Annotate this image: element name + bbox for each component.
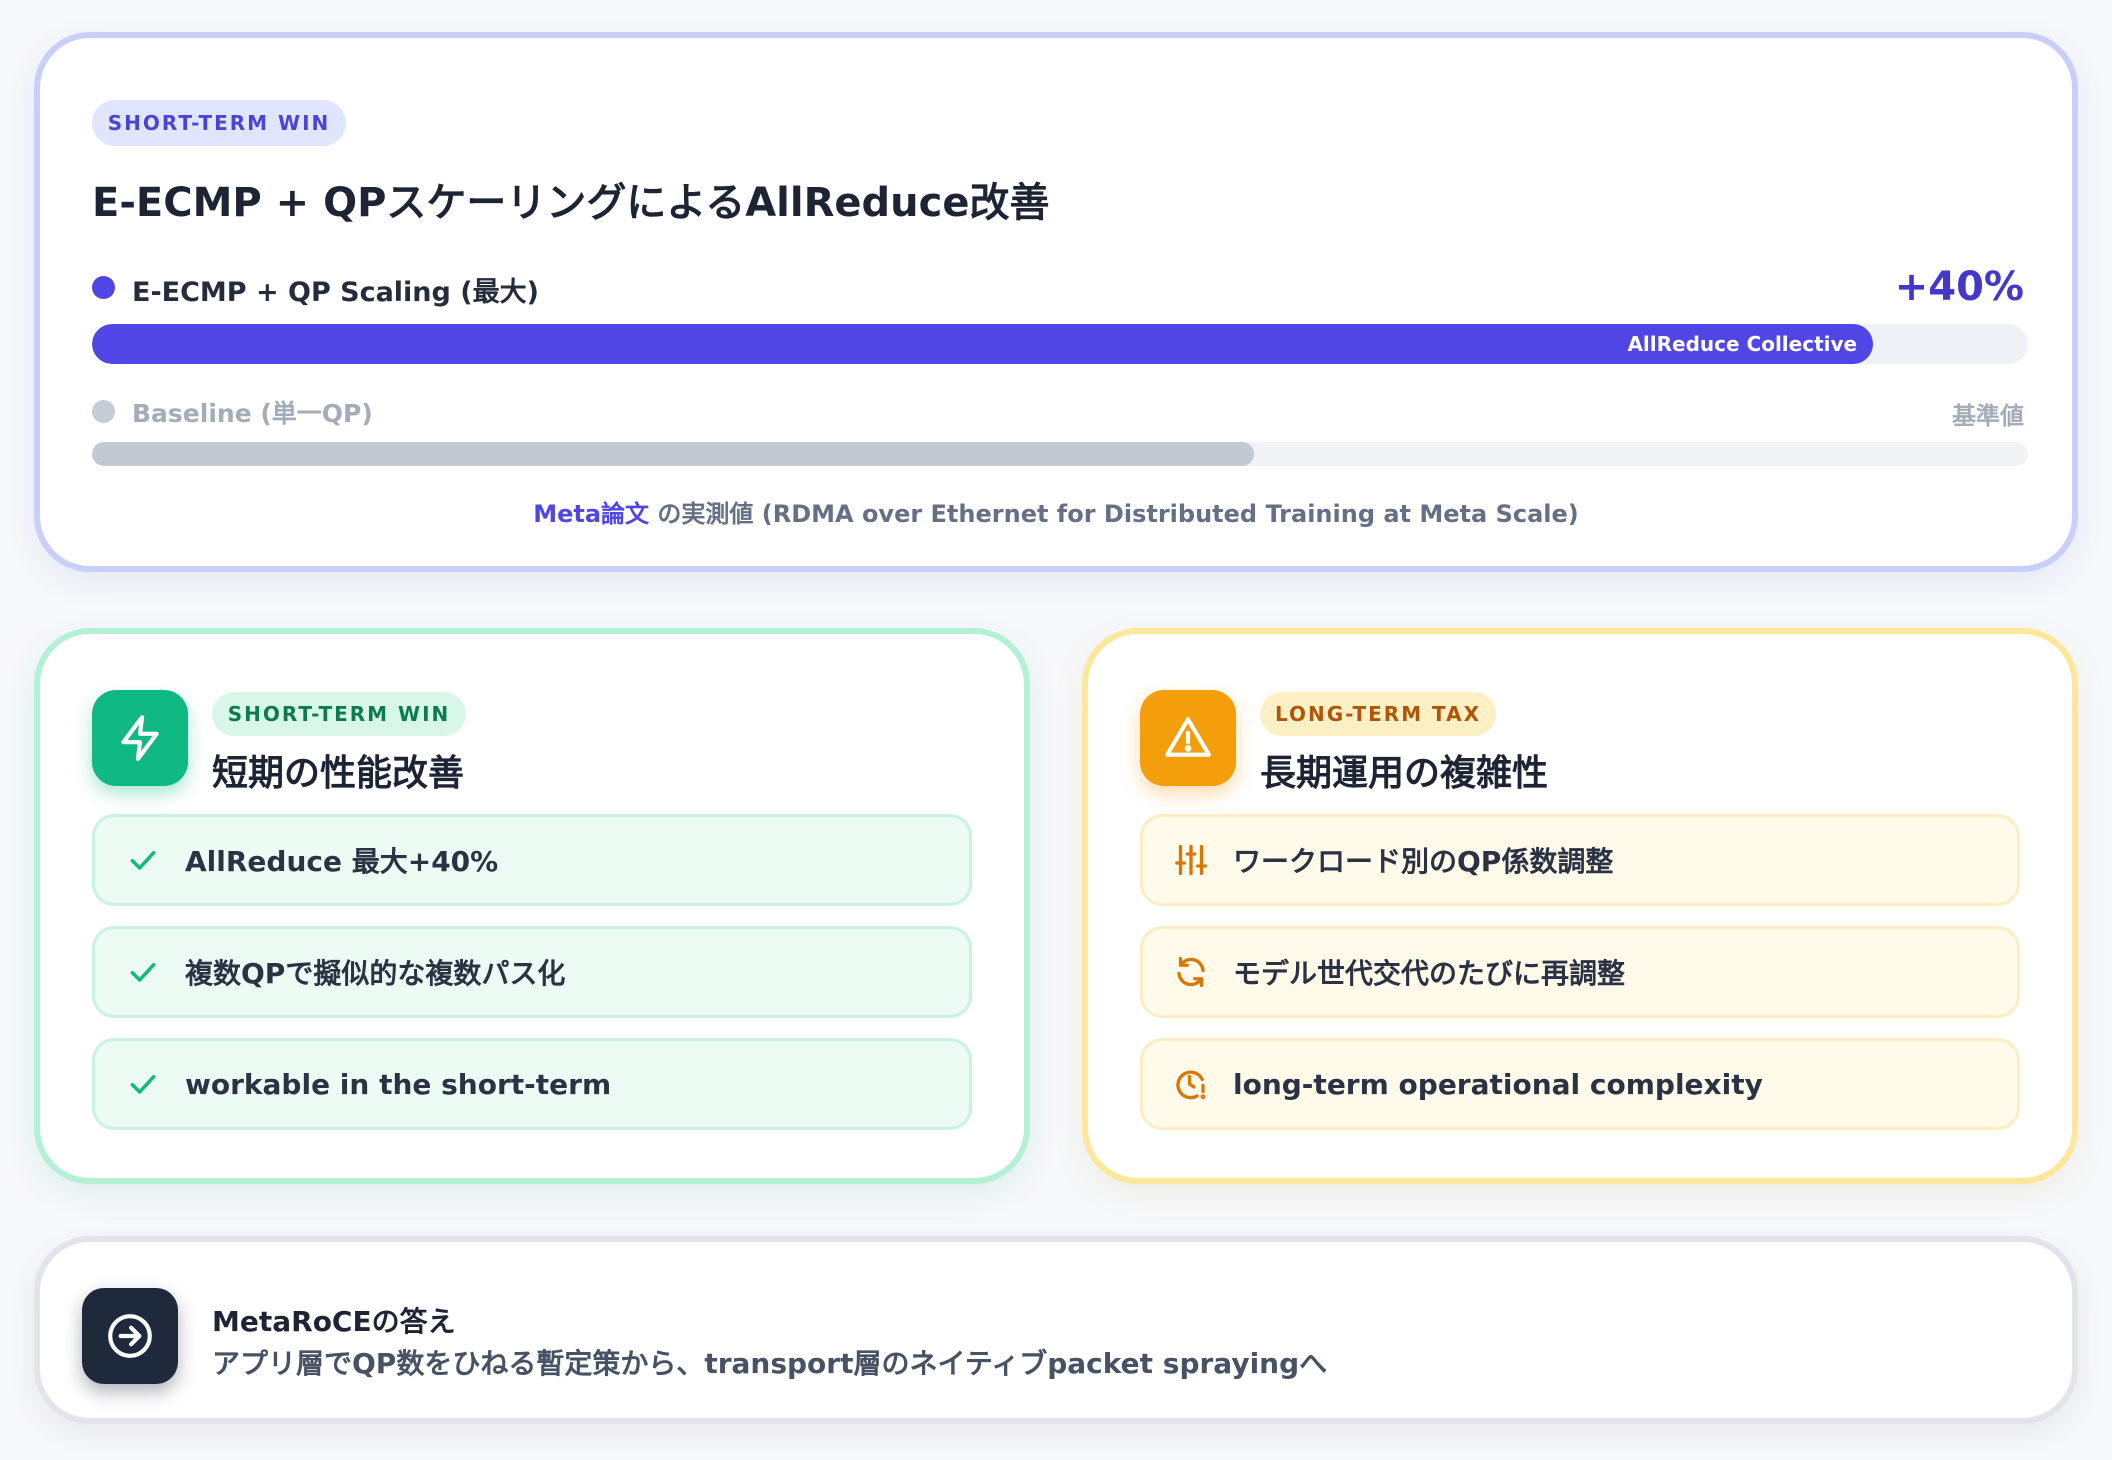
baseline-bar-label: Baseline (単一QP) — [132, 399, 373, 428]
lightning-icon — [92, 690, 188, 786]
card-title: E-ECMP + QPスケーリングによるAllReduce改善 — [92, 180, 1050, 226]
list-item-text: モデル世代交代のたびに再調整 — [1233, 957, 1626, 990]
long-term-tax-card: LONG-TERM TAX 長期運用の複雑性 ワークロード別のQP係数調整 モデ… — [1082, 628, 2078, 1184]
eecmp-bar-label: E-ECMP + QP Scaling (最大) — [132, 277, 539, 308]
eecmp-improvement-value: +40% — [1894, 264, 2024, 310]
allreduce-improvement-card: SHORT-TERM WIN E-ECMP + QPスケーリングによるAllRe… — [34, 32, 2078, 572]
eecmp-bar-fill: AllReduce Collective — [92, 324, 1874, 364]
baseline-reference-label: 基準値 — [1952, 402, 2024, 430]
check-icon — [123, 840, 163, 880]
eecmp-bar-fill-label: AllReduce Collective — [1627, 332, 1858, 356]
answer-title: MetaRoCEの答え — [212, 1305, 456, 1338]
refresh-icon — [1171, 952, 1211, 992]
baseline-legend-dot — [92, 400, 115, 423]
eecmp-bar-track: AllReduce Collective — [92, 324, 2028, 364]
answer-text: アプリ層でQP数をひねる暫定策から、transport層のネイティブpacket… — [212, 1347, 1328, 1380]
clock-alert-icon — [1171, 1064, 1211, 1104]
short-term-win-badge: SHORT-TERM WIN — [92, 100, 346, 146]
short-term-win-badge: SHORT-TERM WIN — [212, 692, 466, 736]
baseline-bar-fill — [92, 442, 1254, 466]
list-item: モデル世代交代のたびに再調整 — [1140, 926, 2020, 1018]
list-item-text: 複数QPで擬似的な複数パス化 — [185, 957, 566, 990]
long-term-tax-badge: LONG-TERM TAX — [1260, 692, 1496, 736]
baseline-bar-track — [92, 442, 2028, 466]
list-item-text: AllReduce 最大+40% — [185, 845, 499, 878]
check-icon — [123, 1064, 163, 1104]
list-item: AllReduce 最大+40% — [92, 814, 972, 906]
source-description: の実測値 (RDMA over Ethernet for Distributed… — [649, 500, 1579, 528]
list-item: long-term operational complexity — [1140, 1038, 2020, 1130]
warning-icon — [1140, 690, 1236, 786]
list-item-text: long-term operational complexity — [1233, 1067, 1763, 1101]
list-item: workable in the short-term — [92, 1038, 972, 1130]
sliders-icon — [1171, 840, 1211, 880]
list-item-text: workable in the short-term — [185, 1067, 612, 1101]
check-icon — [123, 952, 163, 992]
short-term-win-card: SHORT-TERM WIN 短期の性能改善 AllReduce 最大+40% … — [34, 628, 1030, 1184]
card-title: 短期の性能改善 — [212, 753, 465, 794]
list-item: 複数QPで擬似的な複数パス化 — [92, 926, 972, 1018]
metaroce-answer-card: MetaRoCEの答え アプリ層でQP数をひねる暫定策から、transport層… — [34, 1236, 2078, 1424]
list-item: ワークロード別のQP係数調整 — [1140, 814, 2020, 906]
arrow-right-circle-icon — [82, 1288, 178, 1384]
source-note: Meta論文 の実測値 (RDMA over Ethernet for Dist… — [40, 494, 2072, 529]
eecmp-legend-dot — [92, 276, 115, 299]
source-link[interactable]: Meta論文 — [533, 500, 649, 528]
card-title: 長期運用の複雑性 — [1260, 753, 1549, 794]
list-item-text: ワークロード別のQP係数調整 — [1233, 845, 1614, 878]
